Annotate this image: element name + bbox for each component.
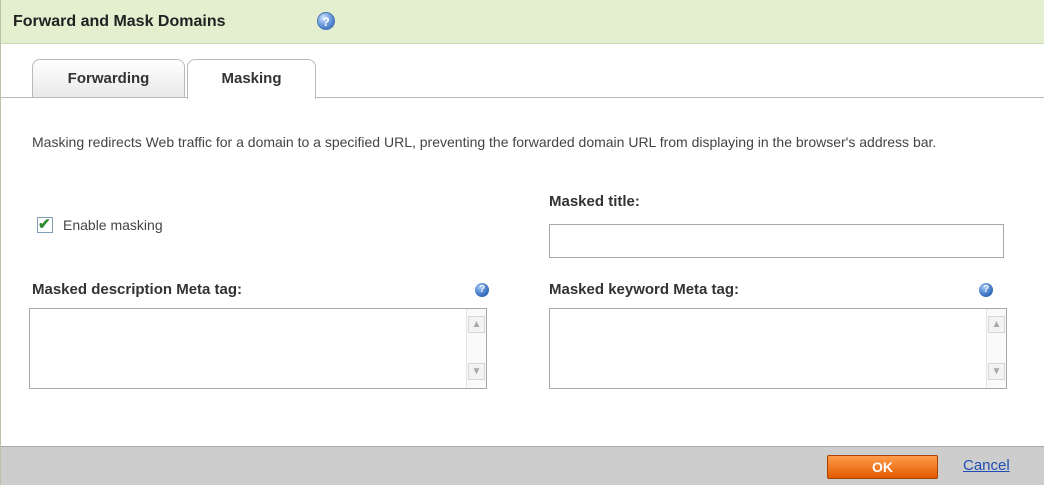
masking-description: Masking redirects Web traffic for a doma… bbox=[32, 134, 937, 150]
keyword-scrollbar[interactable]: ▲ ▼ bbox=[986, 309, 1006, 388]
scroll-up-icon[interactable]: ▲ bbox=[468, 316, 485, 333]
masked-title-label: Masked title: bbox=[549, 193, 640, 210]
masked-description-label: Masked description Meta tag: bbox=[32, 281, 243, 298]
keyword-help-icon[interactable]: ? bbox=[979, 283, 993, 297]
scroll-down-icon[interactable]: ▼ bbox=[988, 363, 1005, 380]
masked-description-textarea[interactable]: ▲ ▼ bbox=[29, 308, 487, 389]
masked-keyword-label: Masked keyword Meta tag: bbox=[549, 281, 740, 298]
tab-masking[interactable]: Masking bbox=[187, 59, 316, 99]
dialog-footer: OK Cancel bbox=[1, 446, 1044, 485]
help-icon[interactable]: ? bbox=[317, 12, 335, 30]
dialog-header: Forward and Mask Domains ? bbox=[1, 0, 1044, 44]
scroll-down-icon[interactable]: ▼ bbox=[468, 363, 485, 380]
tab-forwarding[interactable]: Forwarding bbox=[32, 59, 185, 97]
enable-masking-checkbox[interactable]: ✔ bbox=[37, 216, 53, 233]
dialog-title: Forward and Mask Domains bbox=[13, 13, 226, 30]
checkmark-icon: ✔ bbox=[38, 216, 51, 233]
cancel-link[interactable]: Cancel bbox=[963, 457, 1010, 474]
description-help-icon[interactable]: ? bbox=[475, 283, 489, 297]
enable-masking-row: ✔ Enable masking bbox=[37, 216, 163, 233]
description-scrollbar[interactable]: ▲ ▼ bbox=[466, 309, 486, 388]
scroll-up-icon[interactable]: ▲ bbox=[988, 316, 1005, 333]
tabs-divider bbox=[1, 97, 1044, 98]
ok-button[interactable]: OK bbox=[827, 455, 938, 479]
forward-mask-dialog: Forward and Mask Domains ? Forwarding Ma… bbox=[0, 0, 1044, 485]
enable-masking-label[interactable]: Enable masking bbox=[63, 217, 163, 233]
masked-title-input[interactable] bbox=[549, 224, 1004, 258]
masked-keyword-textarea[interactable]: ▲ ▼ bbox=[549, 308, 1007, 389]
